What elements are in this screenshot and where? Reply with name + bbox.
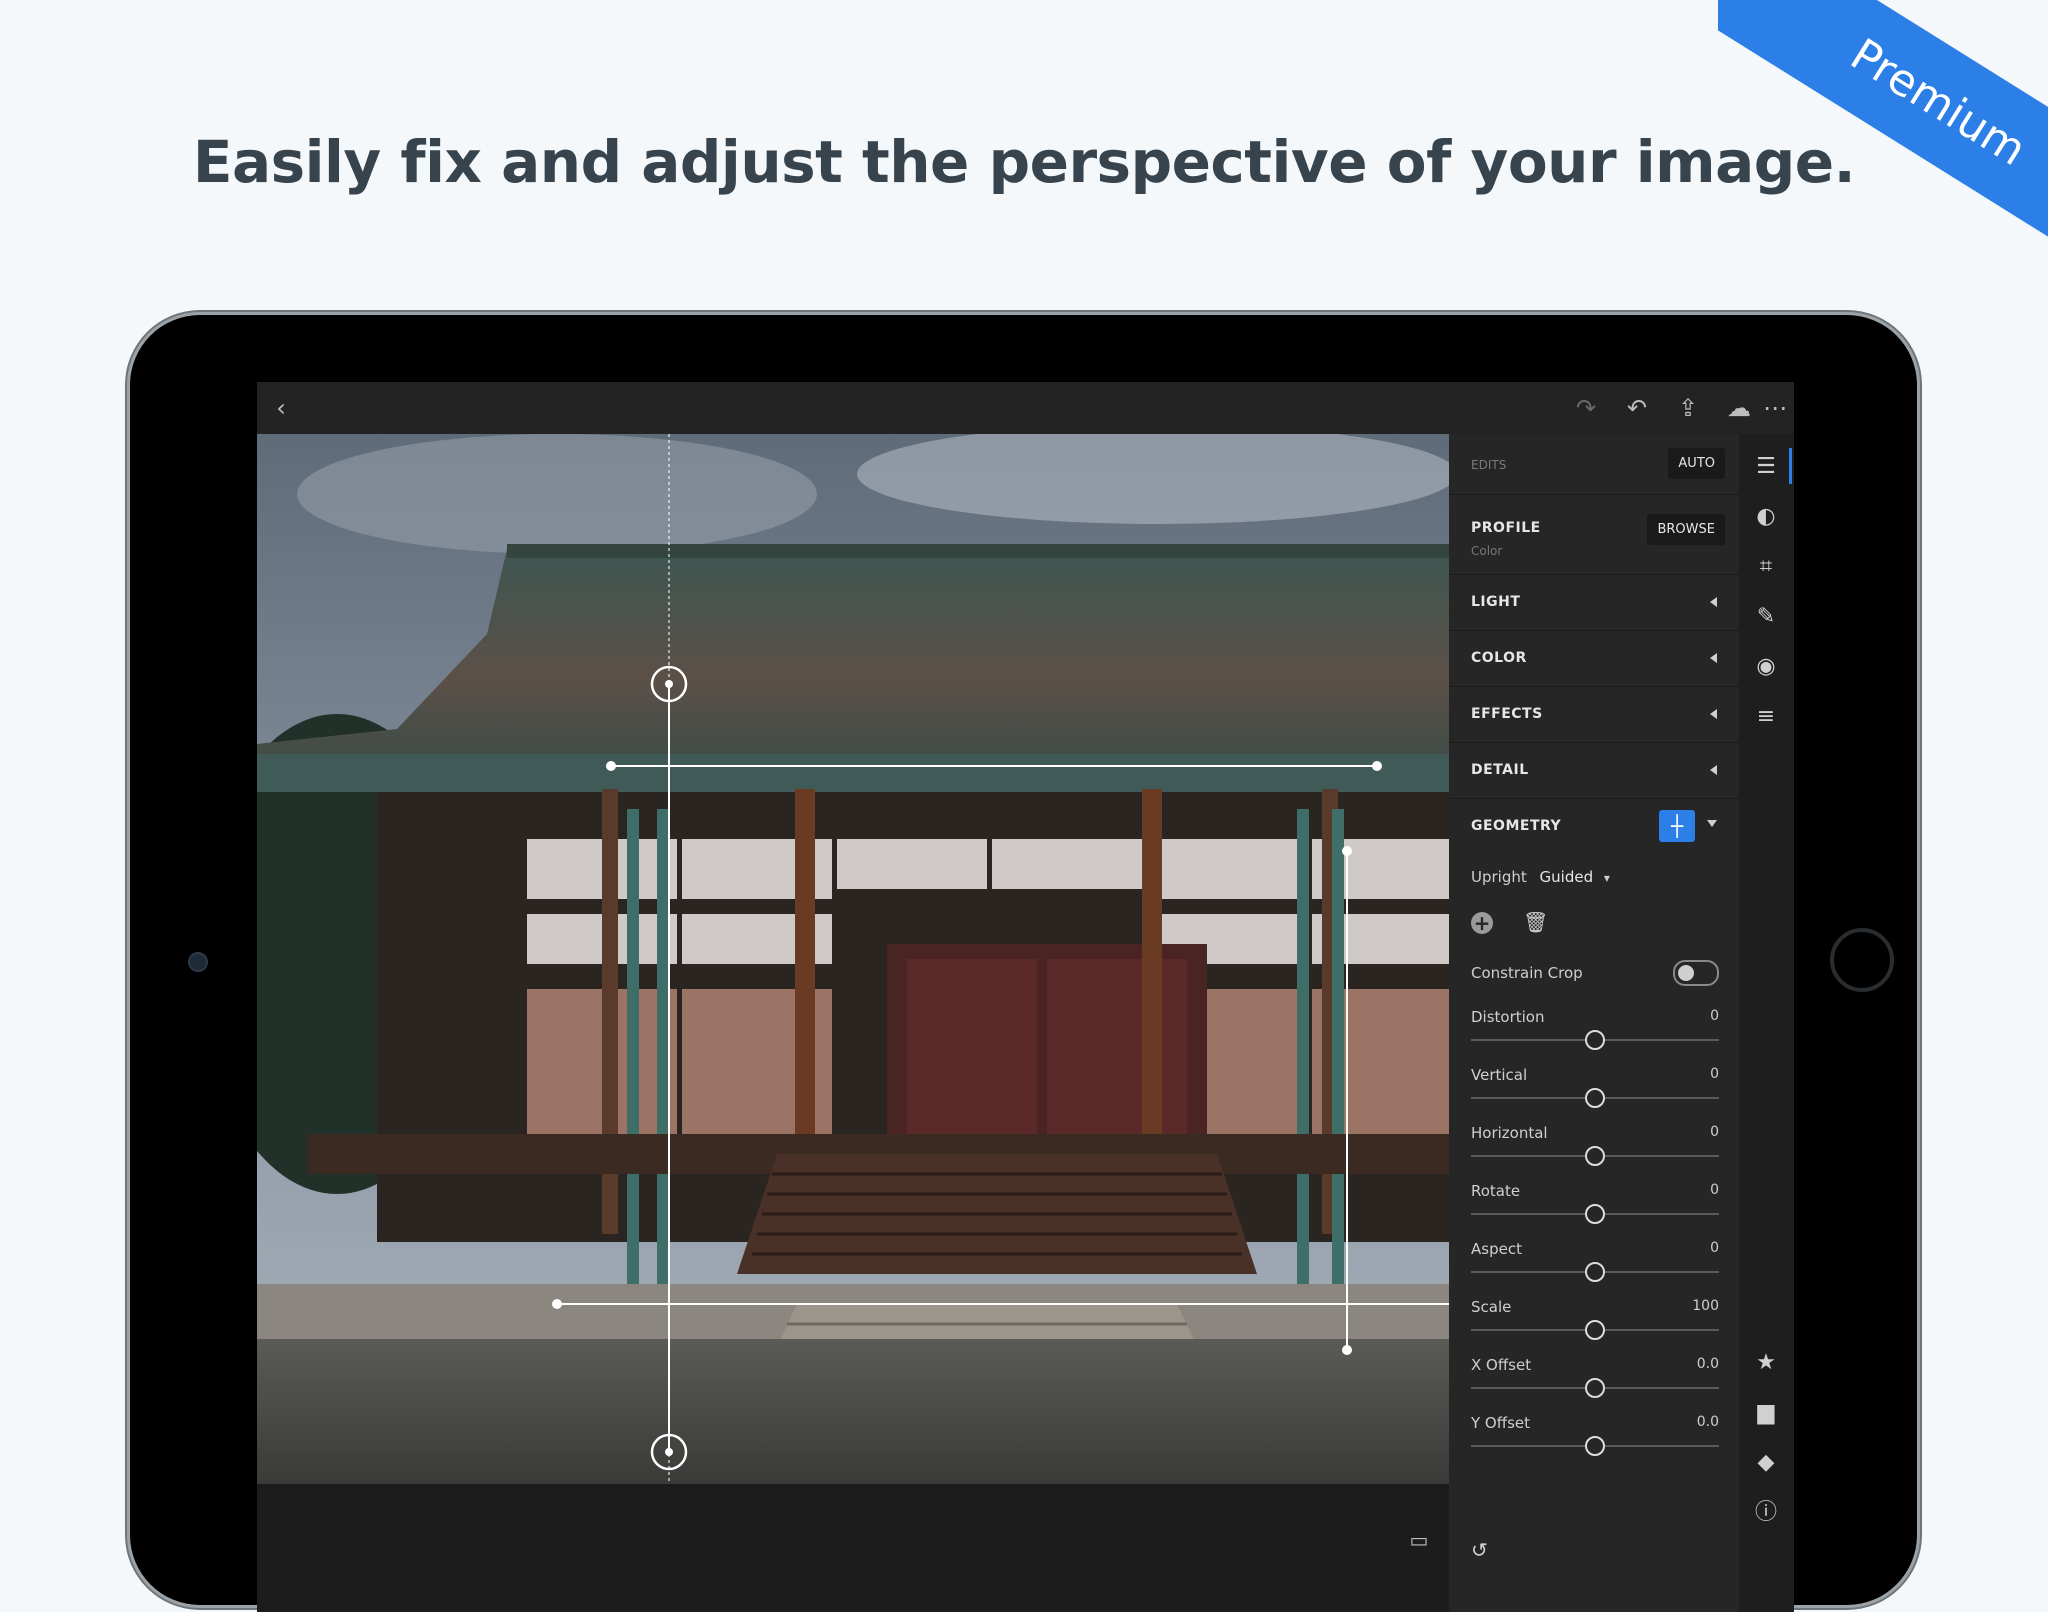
slider-knob[interactable] [1585,1378,1605,1398]
comment-icon[interactable]: ▆ [1751,1398,1781,1428]
section-color-label: COLOR [1471,650,1527,666]
premium-ribbon-label: Premium [1718,0,2048,288]
upright-label: Upright [1471,868,1527,886]
chevron-down-icon: ▾ [1603,871,1610,885]
slider-label: Y Offset [1471,1414,1530,1432]
collapse-triangle-icon [1710,765,1717,775]
cloud-synced-icon[interactable]: ☁ [1723,392,1755,424]
auto-button[interactable]: AUTO [1668,448,1725,479]
collapse-triangle-icon [1710,709,1717,719]
tag-icon[interactable]: ◆ [1751,1448,1781,1478]
filmstrip-area: ▭ [257,1484,1449,1612]
photo-canvas[interactable] [257,434,1449,1484]
edits-header: EDITS AUTO [1449,434,1739,495]
expand-triangle-icon[interactable] [1707,820,1717,827]
undo-icon[interactable]: ↶ [1621,392,1653,424]
back-icon[interactable]: ‹ [265,392,297,424]
slider-value: 0.0 [1696,1414,1719,1430]
home-button [1830,928,1894,992]
slider-label: Rotate [1471,1182,1521,1200]
slider-knob[interactable] [1585,1204,1605,1224]
slider-label: Vertical [1471,1066,1528,1084]
slider-knob[interactable] [1585,1262,1605,1282]
section-light-label: LIGHT [1471,594,1521,610]
selective-icon[interactable]: ◐ [1751,502,1781,532]
collapse-triangle-icon [1710,597,1717,607]
constrain-crop-toggle[interactable] [1673,960,1719,986]
slider-value: 0 [1710,1124,1719,1140]
slider-value: 0 [1710,1066,1719,1082]
star-icon[interactable]: ★ [1751,1348,1781,1378]
slider-knob[interactable] [1585,1088,1605,1108]
healing-icon[interactable]: ✎ [1751,602,1781,632]
section-effects-label: EFFECTS [1471,706,1543,722]
section-detail[interactable]: DETAIL [1449,742,1739,799]
section-geometry: GEOMETRY ┼ Upright Guided ▾ + 🗑 Constrai… [1449,798,1739,1612]
slider-knob[interactable] [1585,1146,1605,1166]
share-icon[interactable]: ⇪ [1672,392,1704,424]
slider-value: 100 [1692,1298,1719,1314]
add-guide-icon[interactable]: + [1471,912,1493,934]
ipad-device: ‹ ↷ ↶ ⇪ ☁ ⋯ ▭ EDITS AUTO PROFILE Color B… [130,315,1917,1612]
temple-photo [257,434,1449,1484]
guided-upright-tool-icon[interactable]: ┼ [1659,810,1695,842]
slider-value: 0 [1710,1008,1719,1024]
edit-panel: EDITS AUTO PROFILE Color BROWSE LIGHT CO… [1449,434,1739,1612]
slider-label: Distortion [1471,1008,1545,1026]
app-screen: ‹ ↷ ↶ ⇪ ☁ ⋯ ▭ EDITS AUTO PROFILE Color B… [257,382,1794,1612]
slider-label: Horizontal [1471,1124,1548,1142]
section-effects[interactable]: EFFECTS [1449,686,1739,743]
section-detail-label: DETAIL [1471,762,1529,778]
front-camera [188,952,208,972]
profile-value: Color [1471,544,1503,558]
section-color[interactable]: COLOR [1449,630,1739,687]
presets-icon[interactable]: ≡ [1751,702,1781,732]
tool-rail: ☰ ◐ ⌗ ✎ ◉ ≡ ★ ▆ ◆ ⓘ [1739,434,1794,1612]
profile-section[interactable]: PROFILE Color BROWSE [1449,494,1739,575]
compare-icon[interactable]: ▭ [1403,1524,1435,1556]
crop-icon[interactable]: ⌗ [1751,552,1781,582]
slider-label: Aspect [1471,1240,1522,1258]
more-icon[interactable]: ⋯ [1759,392,1791,424]
reset-icon[interactable]: ↺ [1471,1538,1488,1562]
edit-sliders-icon[interactable]: ☰ [1751,452,1781,482]
collapse-triangle-icon [1710,653,1717,663]
upright-row[interactable]: Upright Guided ▾ [1471,868,1610,886]
slider-label: Scale [1471,1298,1512,1316]
slider-knob[interactable] [1585,1436,1605,1456]
browse-button[interactable]: BROWSE [1647,514,1725,545]
section-geometry-label: GEOMETRY [1471,818,1562,834]
info-icon[interactable]: ⓘ [1751,1498,1781,1528]
vignette-icon[interactable]: ◉ [1751,652,1781,682]
profile-label: PROFILE [1471,520,1541,536]
trash-icon[interactable]: 🗑 [1523,910,1548,934]
top-toolbar: ‹ ↷ ↶ ⇪ ☁ ⋯ [257,382,1794,434]
redo-icon[interactable]: ↷ [1570,392,1602,424]
slider-value: 0 [1710,1240,1719,1256]
section-light[interactable]: LIGHT [1449,574,1739,631]
slider-label: X Offset [1471,1356,1532,1374]
slider-value: 0 [1710,1182,1719,1198]
premium-ribbon: Premium [1718,0,2048,330]
upright-value[interactable]: Guided [1540,868,1594,886]
edits-label: EDITS [1471,458,1507,472]
slider-knob[interactable] [1585,1320,1605,1340]
slider-value: 0.0 [1696,1356,1719,1372]
constrain-crop-label: Constrain Crop [1471,964,1583,982]
slider-knob[interactable] [1585,1030,1605,1050]
active-tool-indicator [1789,448,1792,484]
